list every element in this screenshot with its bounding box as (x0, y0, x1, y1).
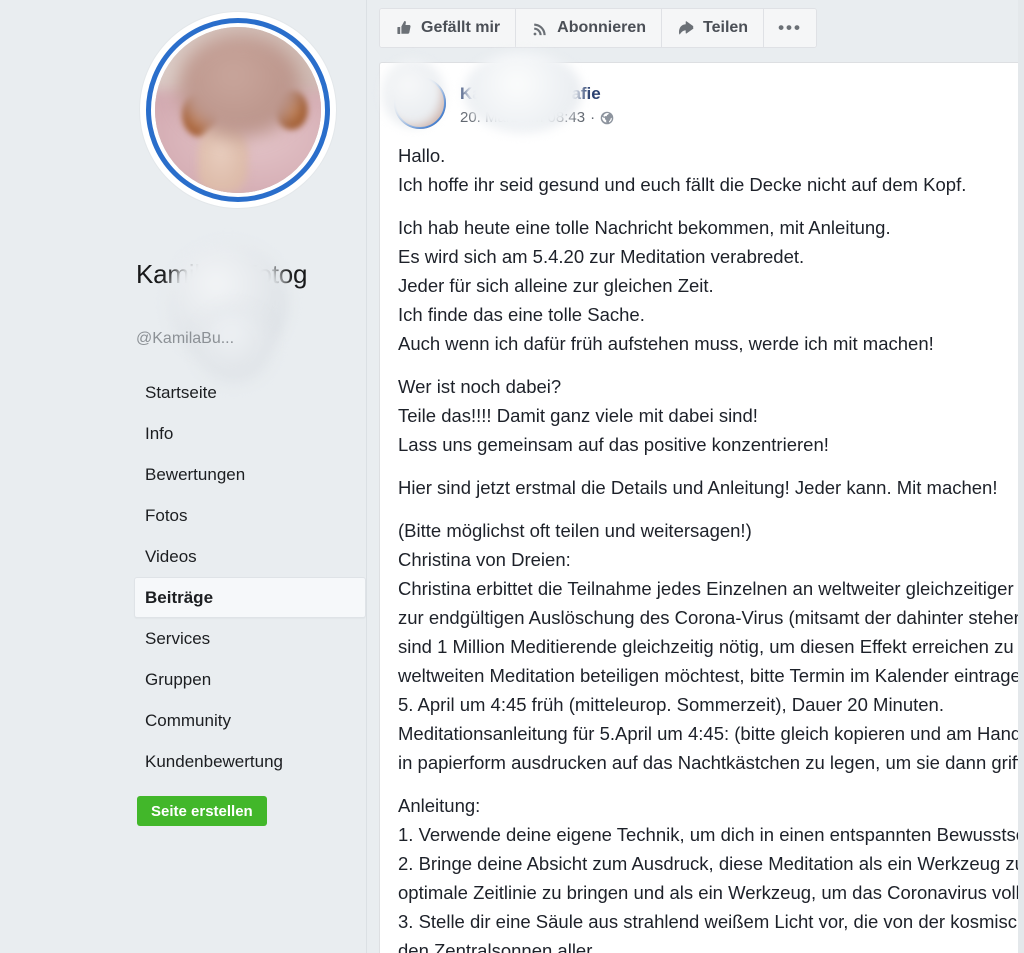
rss-icon (531, 19, 549, 37)
profile-sidebar: Kamil rd Fotog @KamilaBu... Startseite I… (0, 0, 367, 953)
globe-icon (600, 111, 614, 125)
share-label: Teilen (703, 19, 749, 36)
post-paragraph: Wer ist noch dabei? Teile das!!!! Damit … (398, 376, 829, 455)
post-paragraph: Hier sind jetzt erstmal die Details und … (398, 477, 998, 498)
sidebar-item-label: Fotos (145, 505, 188, 525)
post-meta: Ka ard Fotografie 20. Marz um 08:43 · (460, 83, 614, 127)
sidebar-item-videos[interactable]: Videos (134, 536, 366, 577)
share-button[interactable]: Teilen (662, 9, 765, 47)
page-nav-list: Startseite Info Bewertungen Fotos Videos… (134, 372, 366, 782)
sidebar-item-community[interactable]: Community (134, 700, 366, 741)
post-timestamp: 20. Marz um 08:43 (460, 109, 586, 126)
page-action-bar: Gefällt mir Abonnieren Teilen ••• (379, 8, 817, 48)
post-paragraph: (Bitte möglichst oft teilen und weitersa… (398, 520, 1024, 773)
share-arrow-icon (677, 19, 695, 37)
create-page-button[interactable]: Seite erstellen (137, 796, 267, 826)
more-actions-button[interactable]: ••• (764, 9, 816, 47)
post-paragraph: Anleitung: 1. Verwende deine eigene Tech… (398, 795, 1024, 953)
post-header: Ka ard Fotografie 20. Marz um 08:43 · ••… (380, 51, 1024, 135)
post-timestamp-row: 20. Marz um 08:43 · (460, 109, 614, 127)
facebook-page-screen: Kamil rd Fotog @KamilaBu... Startseite I… (0, 0, 1024, 953)
like-button[interactable]: Gefällt mir (380, 9, 517, 47)
sidebar-item-services[interactable]: Services (134, 618, 366, 659)
sidebar-item-info[interactable]: Info (134, 413, 366, 454)
page-content-column: Gefällt mir Abonnieren Teilen ••• Ka ard… (367, 0, 1024, 953)
like-label: Gefällt mir (421, 19, 501, 36)
profile-avatar[interactable] (140, 12, 336, 208)
post-paragraph: Ich hab heute eine tolle Nachricht bekom… (398, 217, 934, 354)
sidebar-item-gruppen[interactable]: Gruppen (134, 659, 366, 700)
sidebar-item-label: Videos (145, 546, 197, 566)
post-author-avatar[interactable] (394, 77, 446, 129)
thumbs-up-icon (395, 19, 413, 37)
post-paragraph: Hallo. Ich hoffe ihr seid gesund und euc… (398, 145, 967, 195)
post-card: Ka ard Fotografie 20. Marz um 08:43 · ••… (379, 51, 1024, 953)
page-scrollbar[interactable] (1018, 0, 1024, 953)
sidebar-item-label: Info (145, 423, 174, 443)
post-author-name[interactable]: Ka ard Fotografie (460, 83, 614, 105)
avatar-photo-blurred (155, 27, 321, 193)
sidebar-item-label: Community (145, 710, 231, 730)
sidebar-item-startseite[interactable]: Startseite (134, 372, 366, 413)
sidebar-item-kundenbewertung[interactable]: Kundenbewertung (134, 741, 366, 782)
sidebar-item-label: Kundenbewertung (145, 751, 284, 771)
sidebar-item-label: Beiträge (145, 587, 214, 607)
sidebar-item-label: Services (145, 628, 211, 648)
post-meta-separator: · (590, 109, 596, 126)
sidebar-item-bewertungen[interactable]: Bewertungen (134, 454, 366, 495)
subscribe-label: Abonnieren (557, 19, 647, 36)
sidebar-item-beitraege[interactable]: Beiträge (134, 577, 366, 618)
subscribe-button[interactable]: Abonnieren (516, 9, 663, 47)
post-body: Hallo. Ich hoffe ihr seid gesund und euc… (380, 135, 1024, 953)
sidebar-item-label: Bewertungen (145, 464, 246, 484)
sidebar-item-label: Startseite (145, 382, 217, 402)
page-handle: @KamilaBu... (136, 330, 235, 347)
face-blur-overlay (178, 33, 302, 137)
sidebar-item-label: Gruppen (145, 669, 212, 689)
sidebar-item-fotos[interactable]: Fotos (134, 495, 366, 536)
